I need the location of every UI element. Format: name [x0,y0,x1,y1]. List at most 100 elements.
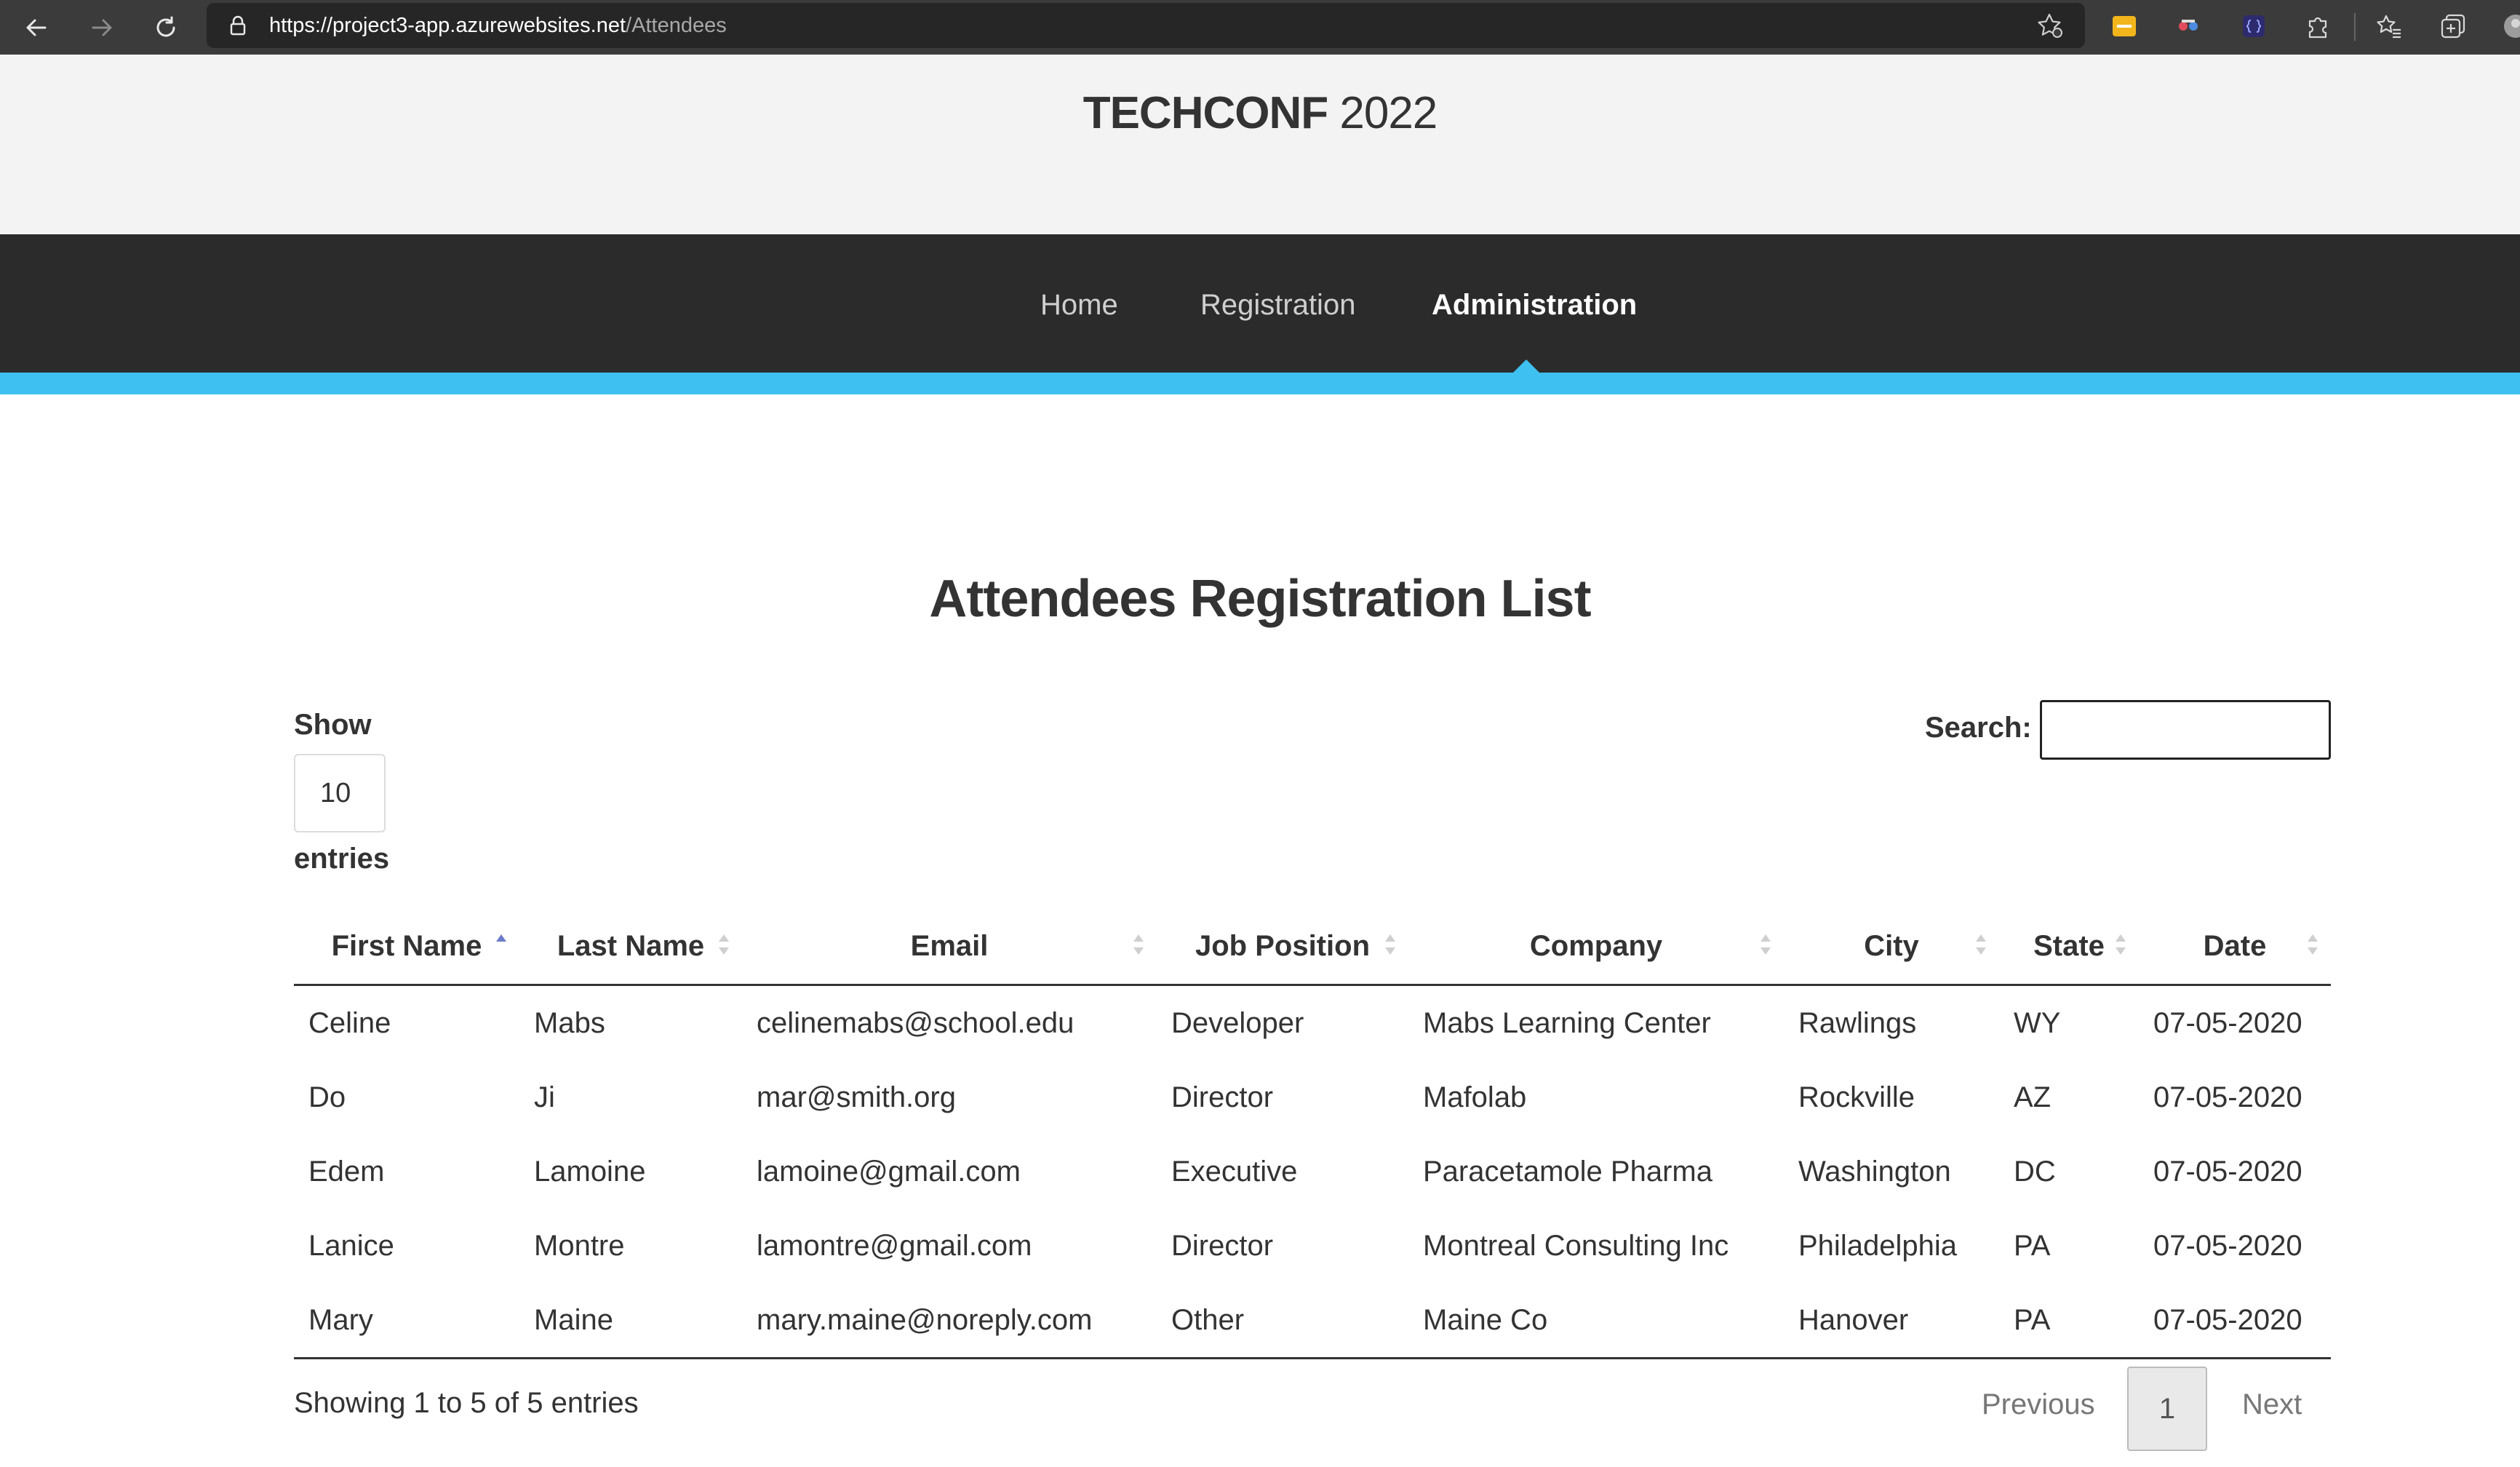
column-title: Email [910,929,989,962]
search-input[interactable] [2040,700,2331,760]
cell-city: Hanover [1784,1283,1999,1359]
cell-job-position: Director [1171,1229,1274,1262]
cell-job-position: Executive [1171,1155,1298,1188]
nav-registration[interactable]: Registration [1200,288,1355,322]
nav-accent-bar [0,373,2520,394]
favorites-icon[interactable] [2375,12,2404,41]
favorite-add-icon[interactable] [2035,12,2063,39]
column-header-email[interactable]: Email [742,908,1157,986]
cell-first-name: Celine [308,1006,391,1039]
page-length-select[interactable]: 10 [294,754,386,832]
column-header-first-name[interactable]: First Name [294,908,519,986]
url-host: https://project3-app.azurewebsites.net [269,14,626,37]
cell-company: Mafolab [1423,1081,1527,1113]
site-header [0,55,2520,234]
extension-mask-icon[interactable] [2174,12,2203,41]
search-label: Search: [1925,712,2032,744]
table-row: Celine Mabs celinemabs@school.edu Develo… [294,985,2331,1061]
cell-state: PA [2014,1229,2051,1262]
cell-first-name: Lanice [308,1229,394,1262]
pagination-previous[interactable]: Previous [1982,1388,2095,1421]
cell-city: Rockville [1798,1081,1915,1113]
back-icon[interactable] [16,7,57,48]
column-title: First Name [331,929,482,962]
cell-last-name: Lamoine [534,1155,646,1188]
column-header-job-position[interactable]: Job Position [1157,908,1408,986]
page-title: Attendees Registration List [929,570,1591,628]
cell-job-position: Developer [1171,1006,1304,1039]
main-nav: Home Registration Administration [0,234,2520,373]
browser-toolbar: https://project3-app.azurewebsites.net/A… [0,0,2520,55]
cell-date: 07-05-2020 [2153,1081,2302,1113]
table-info: Showing 1 to 5 of 5 entries [294,1387,639,1419]
collections-icon[interactable] [2439,12,2468,41]
url-text[interactable]: https://project3-app.azurewebsites.net/A… [269,13,727,38]
cell-company: Paracetamole Pharma [1423,1155,1712,1188]
entries-label: entries [294,843,390,875]
cell-email: celinemabs@school.edu [757,1006,1074,1039]
table-header-row: First Name Last Name Email Job Position … [294,908,2331,986]
column-header-state[interactable]: State [1999,908,2139,986]
column-title: State [2033,929,2105,962]
sort-icon [719,933,729,958]
brand-year: 2022 [1339,88,1438,138]
forward-icon[interactable] [81,7,122,48]
cell-last-name: Montre [534,1229,625,1262]
column-header-last-name[interactable]: Last Name [519,908,742,986]
reload-icon[interactable] [145,7,186,48]
cell-date: 07-05-2020 [2139,1283,2331,1359]
extension-yellow-icon[interactable] [2110,12,2139,41]
sort-icon [1761,933,1771,958]
sort-icon [1976,933,1986,958]
show-label: Show [294,709,372,741]
cell-first-name: Mary [294,1283,519,1359]
table-row: Do Ji mar@smith.org Director Mafolab Roc… [294,1060,2331,1134]
cell-email: lamoine@gmail.com [757,1155,1021,1188]
cell-date: 07-05-2020 [2153,1155,2302,1188]
column-header-date[interactable]: Date [2139,908,2331,986]
column-title: City [1864,929,1919,962]
column-header-city[interactable]: City [1784,908,1999,986]
cell-job-position: Director [1171,1081,1274,1113]
cell-email: mary.maine@noreply.com [742,1283,1157,1359]
column-title: Job Position [1195,929,1370,962]
nav-home[interactable]: Home [1040,288,1118,322]
profile-icon[interactable] [2501,12,2520,41]
cell-city: Rawlings [1798,1006,1917,1039]
attendees-table: First Name Last Name Email Job Position … [294,908,2331,1359]
cell-last-name: Ji [534,1081,555,1113]
table-row: Mary Maine mary.maine@noreply.com Other … [294,1283,2331,1359]
column-header-company[interactable]: Company [1408,908,1784,986]
table-row: Lanice Montre lamontre@gmail.com Directo… [294,1209,2331,1283]
cell-state: DC [2014,1155,2056,1188]
sort-icon [2308,933,2318,958]
cell-first-name: Edem [308,1155,385,1188]
sort-icon [1133,933,1144,958]
cell-state: PA [1999,1283,2139,1359]
cell-last-name: Maine [519,1283,742,1359]
extension-brackets-icon[interactable] [2239,12,2268,41]
table-row: Edem Lamoine lamoine@gmail.com Executive… [294,1134,2331,1209]
cell-city: Philadelphia [1798,1229,1957,1262]
pagination-next[interactable]: Next [2242,1388,2302,1421]
toolbar-separator [2354,13,2356,41]
cell-first-name: Do [308,1081,346,1113]
cell-company: Maine Co [1408,1283,1784,1359]
brand-name: TECHCONF [1082,88,1328,138]
cell-email: lamontre@gmail.com [757,1229,1032,1262]
address-bar[interactable]: https://project3-app.azurewebsites.net/A… [207,3,2085,48]
extensions-puzzle-icon[interactable] [2303,12,2332,41]
cell-last-name: Mabs [534,1006,605,1039]
nav-administration[interactable]: Administration [1432,288,1637,322]
cell-job-position: Other [1157,1283,1408,1359]
lock-icon[interactable] [226,13,250,38]
active-nav-indicator [1513,359,1539,373]
pagination-page-current[interactable]: 1 [2127,1367,2207,1451]
cell-email: mar@smith.org [757,1081,956,1113]
site-logo[interactable]: TECHCONF 2022 [0,87,2520,139]
column-title: Last Name [557,929,705,962]
column-title: Date [2203,929,2267,962]
cell-state: AZ [2014,1081,2052,1113]
column-title: Company [1529,929,1663,962]
sort-icon [2116,933,2126,958]
